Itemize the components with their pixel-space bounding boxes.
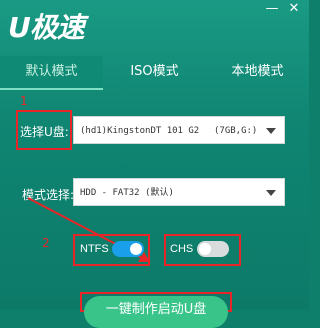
chs-toggle[interactable] (197, 241, 229, 257)
minimize-icon[interactable]: — (262, 2, 282, 16)
mode-select-dropdown[interactable]: HDD - FAT32 (默认) (73, 178, 285, 206)
app-window: U极速 — ✕ 默认模式 ISO模式 本地模式 1 选择U盘: (hd1)Kin… (0, 0, 309, 328)
toggle-knob (199, 243, 211, 255)
start-make-button[interactable]: 一键制作启动U盘 (84, 296, 228, 328)
mode-select-label: 模式选择: (22, 188, 75, 202)
chevron-down-icon (266, 128, 276, 134)
mode-tabs: 默认模式 ISO模式 本地模式 (0, 56, 309, 92)
usb-select-label: 选择U盘: (20, 125, 69, 139)
annotation-step-2: 2 (42, 236, 50, 250)
tab-iso-mode[interactable]: ISO模式 (103, 56, 206, 88)
app-logo: U极速 (8, 11, 85, 44)
usb-select-dropdown[interactable]: (hd1)KingstonDT 101 G2 (7GB,G:) (73, 116, 285, 144)
title-bar: U极速 — ✕ (0, 0, 309, 54)
usb-select-value: (hd1)KingstonDT 101 G2 (80, 126, 200, 136)
tab-default-mode[interactable]: 默认模式 (0, 56, 103, 90)
close-icon[interactable]: ✕ (284, 2, 304, 16)
usb-select-extra: (7GB,G:) (214, 126, 258, 136)
ntfs-label: NTFS (80, 243, 109, 255)
toggle-knob (130, 243, 142, 255)
chs-label: CHS (170, 243, 194, 255)
tab-local-mode[interactable]: 本地模式 (206, 56, 309, 88)
chevron-down-icon (266, 190, 276, 196)
annotation-step-1: 1 (20, 94, 28, 108)
mode-select-value: HDD - FAT32 (默认) (80, 188, 174, 198)
ntfs-toggle[interactable] (112, 241, 144, 257)
